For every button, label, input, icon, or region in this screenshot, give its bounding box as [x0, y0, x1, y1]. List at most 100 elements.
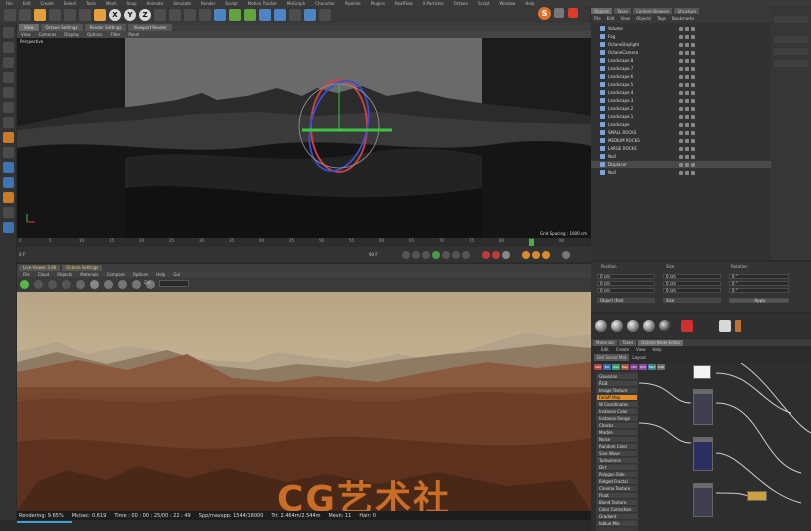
- gradient-node[interactable]: [693, 437, 713, 471]
- live-viewer-tab[interactable]: Octane Settings: [62, 264, 103, 271]
- visibility-dot-icon[interactable]: [679, 146, 683, 151]
- redo-icon[interactable]: [19, 8, 31, 21]
- object-manager-menu-item[interactable]: Edit: [607, 16, 615, 21]
- object-name[interactable]: Displacer: [608, 162, 668, 167]
- render-view-icon[interactable]: [169, 8, 181, 21]
- object-manager-menu-item[interactable]: View: [620, 16, 630, 21]
- layout-dropdown[interactable]: Layout: [632, 355, 646, 360]
- visibility-dot-icon[interactable]: [685, 90, 689, 95]
- menu-item-file[interactable]: File: [6, 1, 13, 6]
- visibility-dot-icon[interactable]: [679, 106, 683, 111]
- visibility-dot-icon[interactable]: [679, 138, 683, 143]
- scene-icon[interactable]: [289, 8, 301, 21]
- menu-item-character[interactable]: Character: [315, 1, 335, 6]
- visibility-dot-icon[interactable]: [685, 50, 689, 55]
- frame-start-field[interactable]: 0 F: [19, 252, 25, 257]
- visibility-dot-icon[interactable]: [691, 146, 695, 151]
- object-row[interactable]: Landscape.6: [591, 73, 771, 80]
- visibility-dot-icon[interactable]: [691, 106, 695, 111]
- size-x-field[interactable]: 0 cm: [663, 274, 721, 279]
- visibility-dot-icon[interactable]: [685, 58, 689, 63]
- visibility-dot-icon[interactable]: [685, 42, 689, 47]
- record-icon[interactable]: [568, 8, 578, 18]
- object-manager-menu-item[interactable]: File: [594, 16, 601, 21]
- visibility-dot-icon[interactable]: [679, 114, 683, 119]
- visibility-dot-icon[interactable]: [679, 66, 683, 71]
- object-manager-tab[interactable]: Objects: [591, 8, 613, 14]
- visibility-dot-icon[interactable]: [685, 26, 689, 31]
- visibility-dot-icon[interactable]: [685, 82, 689, 87]
- object-name[interactable]: LARGE ROCKS: [608, 146, 668, 151]
- visibility-dot-icon[interactable]: [685, 130, 689, 135]
- mix-node[interactable]: [693, 483, 713, 517]
- live-viewer-menu-item[interactable]: Gui: [173, 272, 180, 277]
- menu-item-motion-tracker[interactable]: Motion Tracker: [248, 1, 277, 6]
- live-viewer-menu-item[interactable]: File: [23, 272, 30, 277]
- object-name[interactable]: Landscape.2: [608, 106, 668, 111]
- visibility-dot-icon[interactable]: [691, 50, 695, 55]
- play-icon[interactable]: [432, 251, 440, 259]
- move-icon[interactable]: [49, 8, 61, 21]
- array-icon[interactable]: [259, 8, 271, 21]
- viewport-tab[interactable]: Viewport Render: [128, 24, 172, 31]
- live-viewer-menu-item[interactable]: Help: [156, 272, 165, 277]
- node-editor-tab[interactable]: Takes: [619, 339, 637, 346]
- object-name[interactable]: Fog: [608, 34, 668, 39]
- visibility-dot-icon[interactable]: [691, 82, 695, 87]
- material-thumbnail[interactable]: [627, 320, 639, 332]
- menu-item-script[interactable]: Script: [478, 1, 490, 6]
- layout-icon[interactable]: [554, 8, 564, 18]
- object-name[interactable]: SMALL ROCKS: [608, 130, 668, 135]
- record-key-icon[interactable]: [482, 251, 490, 259]
- visibility-dot-icon[interactable]: [691, 154, 695, 159]
- visibility-dot-icon[interactable]: [679, 58, 683, 63]
- object-name[interactable]: Landscape.3: [608, 98, 668, 103]
- position-y-field[interactable]: 0 cm: [597, 281, 655, 286]
- object-row[interactable]: OctaneDaylight: [591, 41, 771, 48]
- viewport-menu-item[interactable]: Options: [87, 32, 102, 37]
- visibility-dot-icon[interactable]: [691, 26, 695, 31]
- object-name[interactable]: OctaneDaylight: [608, 42, 668, 47]
- visibility-dot-icon[interactable]: [685, 98, 689, 103]
- visibility-dot-icon[interactable]: [679, 50, 683, 55]
- visibility-dot-icon[interactable]: [679, 82, 683, 87]
- visibility-dot-icon[interactable]: [691, 90, 695, 95]
- timeline[interactable]: 051015202530354045505560657075808590 0 F…: [17, 238, 591, 262]
- render-icon[interactable]: [681, 320, 693, 332]
- coordinate-mode-dropdown[interactable]: Object (Rel): [597, 298, 655, 303]
- make-editable-icon[interactable]: [2, 27, 14, 38]
- attribute-field[interactable]: [774, 60, 808, 67]
- attribute-field[interactable]: [774, 16, 808, 23]
- render-settings-icon[interactable]: [199, 8, 211, 21]
- visibility-dot-icon[interactable]: [685, 162, 689, 167]
- previous-frame-icon[interactable]: [422, 251, 430, 259]
- send-scene-icon[interactable]: [20, 280, 29, 289]
- material-output-node[interactable]: [747, 491, 767, 501]
- object-row[interactable]: OctaneCamera: [591, 49, 771, 56]
- object-row[interactable]: Landscape.5: [591, 81, 771, 88]
- menu-item-mograph[interactable]: MoGraph: [287, 1, 305, 6]
- object-row[interactable]: Landscape.1: [591, 113, 771, 120]
- visibility-dot-icon[interactable]: [685, 114, 689, 119]
- solo-icon[interactable]: [2, 207, 14, 218]
- visibility-dot-icon[interactable]: [691, 42, 695, 47]
- object-row[interactable]: SMALL ROCKS: [591, 129, 771, 136]
- undo-icon[interactable]: [4, 8, 16, 21]
- rotation-b-field[interactable]: 0 °: [729, 288, 789, 293]
- object-row[interactable]: LARGE ROCKS: [591, 145, 771, 152]
- sculpt-icon[interactable]: [2, 192, 14, 203]
- visibility-dot-icon[interactable]: [679, 122, 683, 127]
- menu-item-edit[interactable]: Edit: [23, 1, 31, 6]
- material-preview-icon[interactable]: [735, 320, 741, 332]
- visibility-dot-icon[interactable]: [691, 34, 695, 39]
- object-name[interactable]: Landscape: [608, 122, 668, 127]
- live-viewer-menu-item[interactable]: Cloud: [38, 272, 49, 277]
- visibility-dot-icon[interactable]: [691, 138, 695, 143]
- get-scene-mat-button[interactable]: Get Scene Mat: [594, 354, 630, 361]
- object-row[interactable]: Volume: [591, 25, 771, 32]
- object-row[interactable]: MEDIUM ROCKS: [591, 137, 771, 144]
- spline-icon[interactable]: [229, 8, 241, 21]
- object-row[interactable]: Landscape.4: [591, 89, 771, 96]
- live-selection-icon[interactable]: [34, 8, 46, 21]
- menu-item-simulate[interactable]: Simulate: [173, 1, 191, 6]
